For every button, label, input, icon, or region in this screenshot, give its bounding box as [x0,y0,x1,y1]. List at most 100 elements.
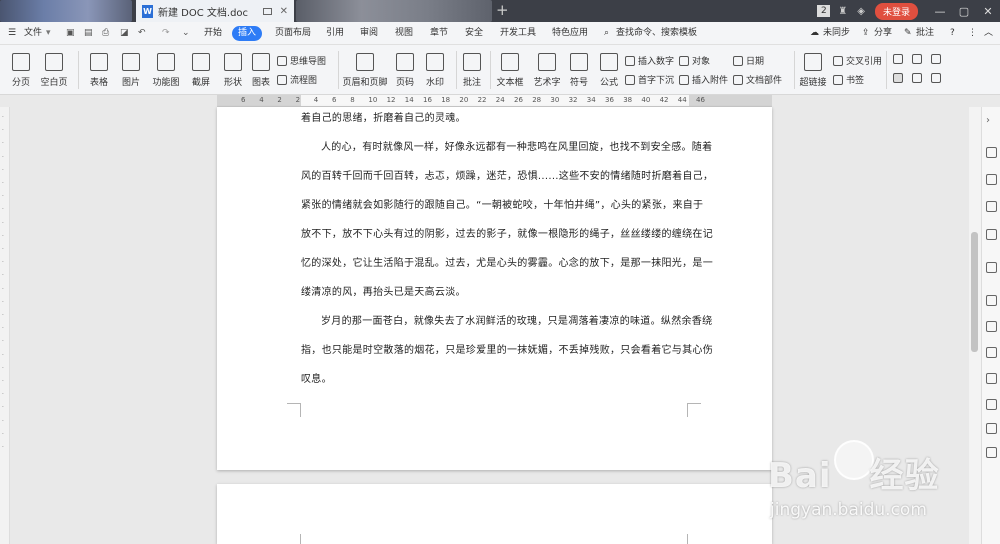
save-icon[interactable]: ▣ [66,22,75,45]
translate-icon[interactable] [986,423,997,434]
edit-icon[interactable] [986,147,997,158]
text-line[interactable]: 风的百转千回而千回百转，忐忑，烦躁，迷茫，恐惧......这些不安的情绪随时折磨… [301,167,713,182]
file-menu[interactable]: 文件 [24,22,42,45]
form-checkbox-icon[interactable] [912,54,922,64]
shape-button[interactable]: 形状 [218,53,248,88]
undo-icon[interactable]: ↶ [138,22,146,45]
document-parts-button[interactable]: 文档部件 [733,73,782,86]
cube-icon[interactable]: ◈ [857,6,865,17]
limit-icon[interactable] [986,262,997,273]
form-image-icon[interactable] [931,73,941,83]
select-icon[interactable] [986,174,997,185]
tab-developer[interactable]: 开发工具 [500,22,536,45]
blank-page-button[interactable]: 空白页 [38,53,70,88]
vertical-ruler[interactable]: · · · · · · · · · · · · · · · · · · · · · · · · · · [0,107,10,544]
mind-map-button[interactable]: 思维导图 [277,54,326,67]
form-design-icon[interactable] [893,73,903,83]
table-button[interactable]: 表格 [84,53,114,88]
share-button[interactable]: 分享 [874,22,892,45]
flowchart-button[interactable]: 流程图 [277,73,317,86]
picture-button[interactable]: 图片 [116,53,146,88]
symbol-button[interactable]: 符号 [566,53,592,88]
page-icon[interactable] [986,373,997,384]
document-icon[interactable] [986,295,997,306]
tab-chapter[interactable]: 章节 [430,22,448,45]
chevron-down-icon[interactable]: ⌄ [182,22,190,45]
tab-review[interactable]: 审阅 [360,22,378,45]
print-icon[interactable]: ⎙ [102,22,109,45]
text-line[interactable]: 紧张的情绪就会如影随行的跟随自己。“一朝被蛇咬，十年怕井绳”，心头的紧张，来自于 [301,196,703,211]
insert-number-button[interactable]: 插入数字 [625,54,674,67]
text-line[interactable]: 着自己的思绪，折磨着自己的灵魂。 [301,109,466,124]
cross-reference-button[interactable]: 交叉引用 [833,54,882,67]
formula-button[interactable]: 公式 [597,53,621,88]
close-icon[interactable]: ✕ [280,6,288,17]
comment-button[interactable]: 批注 [916,22,934,45]
form-button-icon[interactable] [912,73,922,83]
tab-home[interactable]: 开始 [204,22,222,45]
object-button[interactable]: 对象 [679,54,710,67]
text-line[interactable]: 指，也只能是时空散落的烟花，只是珍爱里的一抹妩媚，不丢掉残败，只会看着它与其心伤 [301,341,713,356]
screenshot-button[interactable]: 截屏 [186,53,216,88]
bookmark-button[interactable]: 书签 [833,73,864,86]
text-line[interactable]: 放不下，放不下心头有过的阴影，过去的影子，就像一根隐形的绳子，丝丝缕缕的缠绕在记 [301,225,713,240]
insert-attachment-button[interactable]: 插入附件 [679,73,728,86]
minimize-icon[interactable]: — [928,5,952,18]
share-icon[interactable]: ⇪ [862,22,870,45]
maximize-icon[interactable]: ▢ [952,5,976,18]
format-painter-icon[interactable]: ◪ [120,22,129,45]
watermark-button[interactable]: 水印 [422,53,448,88]
style-icon[interactable] [986,201,997,212]
tab-security[interactable]: 安全 [465,22,483,45]
form-dropdown-icon[interactable] [931,54,941,64]
close-window-icon[interactable]: ✕ [976,5,1000,18]
login-button[interactable]: 未登录 [874,2,918,20]
new-tab-button[interactable]: + [496,2,509,18]
tab-references[interactable]: 引用 [326,22,344,45]
page-break-button[interactable]: 分页 [6,53,36,88]
tab-view[interactable]: 视图 [395,22,413,45]
chart-button[interactable]: 图表 [250,53,272,88]
word-art-button[interactable]: 艺术字 [532,53,562,88]
properties-icon[interactable] [986,229,997,240]
hyperlink-button[interactable]: 超链接 [798,53,828,88]
form-textbox-icon[interactable] [893,54,903,64]
text-line[interactable]: 缕清凉的风，再抬头已是天高云淡。 [301,283,466,298]
drop-cap-button[interactable]: 首字下沉 [625,73,674,86]
image-panel-icon[interactable] [986,399,997,410]
chevron-right-icon[interactable]: › [986,115,997,126]
text-line[interactable]: 人的心，有时就像风一样，好像永远都有一种悲鸣在风里回旋，也找不到安全感。随着 [321,138,712,153]
chevron-up-icon[interactable]: ︿ [984,22,993,45]
scrollbar-thumb[interactable] [971,232,978,352]
redo-icon[interactable]: ↷ [162,22,170,45]
chevron-down-icon[interactable]: ▾ [46,22,51,45]
window-count-badge[interactable]: 2 [817,5,831,17]
command-search[interactable]: 查找命令、搜索模板 [616,22,697,45]
document-page[interactable]: 着自己的思绪，折磨着自己的灵魂。人的心，有时就像风一样，好像永远都有一种悲鸣在风… [217,107,772,470]
horizontal-ruler[interactable]: 6 4 2 2 4 6 8 10 12 14 16 18 20 22 24 26 28 30 32 34 36 38 40 4… [217,95,772,107]
function-chart-button[interactable]: 功能图 [148,53,184,88]
text-line[interactable]: 叹息。 [301,370,332,385]
tab-special-apps[interactable]: 特色应用 [552,22,588,45]
page-number-button[interactable]: 页码 [392,53,418,88]
document-page-next[interactable] [217,484,772,544]
search-icon[interactable]: ⌕ [604,22,609,45]
tab-page-layout[interactable]: 页面布局 [275,22,311,45]
comment-insert-button[interactable]: 批注 [460,53,484,88]
help-icon[interactable]: ? [950,22,955,45]
text-line[interactable]: 忆的深处，它让生活陷于混乱。过去，尤是心头的雾霾。心念的放下，是那一抹阳光，是一 [301,254,713,269]
screen-icon[interactable] [262,7,272,15]
backup-icon[interactable] [986,321,997,332]
shirt-icon[interactable]: ♜ [838,6,847,17]
tab-document[interactable]: W 新建 DOC 文档.doc ✕ [136,0,294,22]
comment-icon[interactable]: ✎ [904,22,912,45]
more-icon[interactable]: ⋮ [968,22,977,45]
sync-icon[interactable]: ☁ [810,22,819,45]
sync-status[interactable]: 未同步 [823,22,850,45]
date-button[interactable]: 日期 [733,54,764,67]
text-box-button[interactable]: 文本框 [494,53,526,88]
menu-icon[interactable]: ☰ [8,22,16,45]
header-footer-button[interactable]: 页眉和页脚 [342,53,388,88]
print-preview-icon[interactable]: ▤ [84,22,93,45]
tab-insert[interactable]: 插入 [232,26,263,41]
